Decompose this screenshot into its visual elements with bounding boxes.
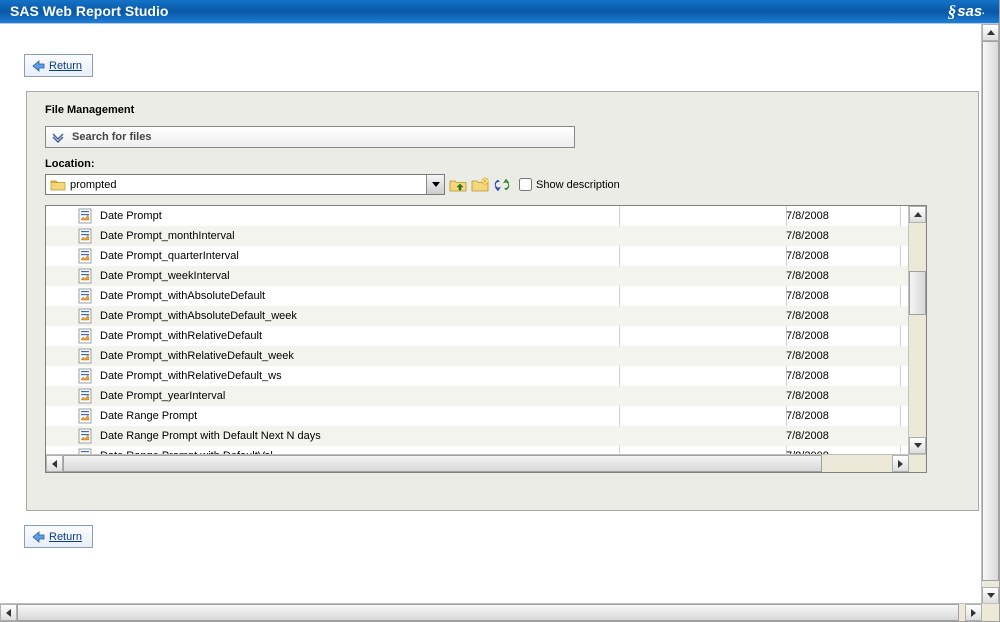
file-date: 7/8/2008: [786, 370, 896, 382]
panel-title: File Management: [45, 104, 964, 116]
file-name: Date Prompt_withAbsoluteDefault: [98, 290, 616, 302]
file-row[interactable]: Date Range Prompt with DefaultVal 7/8/200…: [46, 446, 908, 454]
file-name: Date Prompt_yearInterval: [98, 390, 616, 402]
file-date: 7/8/2008: [786, 290, 896, 302]
file-row[interactable]: Date Prompt_withAbsoluteDefault_week 7/8/…: [46, 306, 908, 326]
window-hscroll-left[interactable]: [0, 604, 17, 621]
file-date: 7/8/2008: [786, 450, 896, 454]
file-row[interactable]: Date Prompt_withRelativeDefault_ws 7/8/20…: [46, 366, 908, 386]
file-name: Date Prompt_quarterInterval: [98, 250, 616, 262]
report-icon: [46, 428, 98, 444]
location-value: prompted: [70, 179, 426, 191]
grid-hscrollbar[interactable]: [46, 454, 926, 472]
return-arrow-icon: [31, 530, 45, 544]
folder-icon: [50, 178, 66, 192]
report-icon: [46, 268, 98, 284]
file-row[interactable]: Date Prompt_weekInterval 7/8/2008: [46, 266, 908, 286]
grid-hscroll-right[interactable]: [892, 455, 909, 472]
file-date: 7/8/2008: [786, 250, 896, 262]
grid-vscroll-up[interactable]: [909, 206, 926, 223]
report-icon: [46, 448, 98, 454]
file-date: 7/8/2008: [786, 350, 896, 362]
window-vscroll-thumb[interactable]: [982, 41, 999, 581]
file-row[interactable]: Date Prompt_withRelativeDefault_week 7/8/…: [46, 346, 908, 366]
file-name: Date Range Prompt: [98, 410, 616, 422]
report-icon: [46, 288, 98, 304]
file-row[interactable]: Date Prompt 7/8/2008: [46, 206, 908, 226]
file-row[interactable]: Date Prompt_withRelativeDefault 7/8/2008: [46, 326, 908, 346]
app-title: SAS Web Report Studio: [10, 3, 168, 19]
file-name: Date Range Prompt with DefaultVal: [98, 450, 616, 454]
show-description-label: Show description: [536, 179, 620, 191]
grid-hscroll-thumb[interactable]: [63, 455, 822, 472]
window-vscroll-up[interactable]: [982, 24, 999, 41]
file-date: 7/8/2008: [786, 270, 896, 282]
report-icon: [46, 248, 98, 264]
search-label: Search for files: [72, 131, 151, 143]
return-label: Return: [49, 531, 82, 543]
file-row[interactable]: Date Prompt_quarterInterval 7/8/2008: [46, 246, 908, 266]
title-bar: SAS Web Report Studio §sas.: [0, 0, 999, 24]
refresh-button[interactable]: [493, 176, 511, 194]
up-folder-button[interactable]: [449, 176, 467, 194]
file-date: 7/8/2008: [786, 230, 896, 242]
file-name: Date Prompt_withAbsoluteDefault_week: [98, 310, 616, 322]
grid-vscrollbar[interactable]: [908, 206, 926, 454]
file-date: 7/8/2008: [786, 330, 896, 342]
new-folder-button[interactable]: [471, 176, 489, 194]
sas-logo: §sas.: [948, 0, 985, 23]
file-row[interactable]: Date Prompt_yearInterval 7/8/2008: [46, 386, 908, 406]
return-button-top[interactable]: Return: [24, 54, 93, 77]
report-icon: [46, 348, 98, 364]
file-date: 7/8/2008: [786, 310, 896, 322]
chevron-down-icon: [52, 131, 64, 143]
return-arrow-icon: [31, 59, 45, 73]
return-label: Return: [49, 60, 82, 72]
file-row[interactable]: Date Prompt_monthInterval 7/8/2008: [46, 226, 908, 246]
report-icon: [46, 388, 98, 404]
report-icon: [46, 328, 98, 344]
report-icon: [46, 368, 98, 384]
grid-hscroll-left[interactable]: [46, 455, 63, 472]
location-dropdown[interactable]: prompted: [45, 174, 445, 195]
file-date: 7/8/2008: [786, 390, 896, 402]
report-icon: [46, 308, 98, 324]
file-date: 7/8/2008: [786, 210, 896, 222]
report-icon: [46, 208, 98, 224]
file-date: 7/8/2008: [786, 430, 896, 442]
show-description-checkbox[interactable]: [519, 178, 532, 191]
window-hscrollbar[interactable]: [0, 603, 999, 621]
location-label: Location:: [45, 158, 964, 170]
report-icon: [46, 228, 98, 244]
window-vscrollbar[interactable]: [981, 24, 999, 604]
file-name: Date Prompt_weekInterval: [98, 270, 616, 282]
file-name: Date Prompt: [98, 210, 616, 222]
return-button-bottom[interactable]: Return: [24, 525, 93, 548]
file-name: Date Range Prompt with Default Next N da…: [98, 430, 616, 442]
window-vscroll-down[interactable]: [982, 587, 999, 604]
file-name: Date Prompt_withRelativeDefault: [98, 330, 616, 342]
grid-vscroll-down[interactable]: [909, 437, 926, 454]
file-row[interactable]: Date Range Prompt with Default Next N da…: [46, 426, 908, 446]
window-hscroll-right[interactable]: [965, 604, 982, 621]
report-icon: [46, 408, 98, 424]
window-hscroll-thumb[interactable]: [17, 604, 959, 621]
dropdown-arrow-icon[interactable]: [426, 175, 444, 194]
file-row[interactable]: Date Prompt_withAbsoluteDefault 7/8/2008: [46, 286, 908, 306]
file-date: 7/8/2008: [786, 410, 896, 422]
file-row[interactable]: Date Range Prompt 7/8/2008: [46, 406, 908, 426]
file-name: Date Prompt_withRelativeDefault_week: [98, 350, 616, 362]
file-grid: Date Prompt7/8/2008Date Prompt_monthInte…: [45, 205, 927, 473]
file-management-panel: File Management Search for files Locatio…: [26, 91, 979, 511]
show-description-toggle[interactable]: Show description: [519, 178, 620, 191]
grid-vscroll-thumb[interactable]: [909, 271, 926, 315]
file-name: Date Prompt_withRelativeDefault_ws: [98, 370, 616, 382]
search-for-files-bar[interactable]: Search for files: [45, 126, 575, 148]
file-name: Date Prompt_monthInterval: [98, 230, 616, 242]
